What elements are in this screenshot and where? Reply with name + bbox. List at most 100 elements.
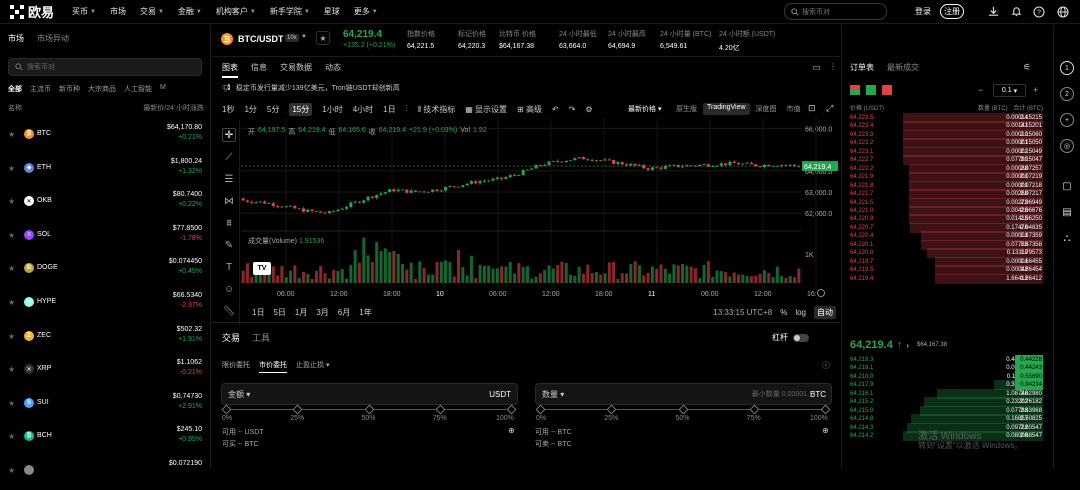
category-all[interactable]: 全部	[8, 84, 22, 94]
emoji-icon[interactable]: ☺	[222, 282, 236, 296]
more-icon[interactable]: ⋮	[829, 62, 837, 71]
news-ticker[interactable]: 📢︎ 稳定币发行量减少139亿美元，Tron链USDT却创新高	[218, 80, 840, 96]
help-icon[interactable]: ?	[1032, 5, 1045, 18]
trend-line-icon[interactable]: ⟋	[222, 150, 236, 164]
star-icon[interactable]: ★	[8, 298, 15, 307]
fib-icon[interactable]: ⩩	[222, 216, 236, 230]
tradingview-logo[interactable]: TV	[253, 262, 271, 275]
undo-icon[interactable]: ↶	[552, 105, 559, 114]
tab-recent-trades[interactable]: 最新成交	[887, 62, 919, 73]
category-new[interactable]: 新币种	[59, 84, 80, 94]
star-icon[interactable]: ★	[8, 432, 15, 441]
gear-icon[interactable]: ⚙	[585, 105, 592, 114]
range-1d[interactable]: 1日	[252, 307, 264, 318]
logo[interactable]: 欧易	[10, 2, 54, 21]
plus-icon[interactable]: +	[1033, 85, 1038, 95]
tf-5m[interactable]: 5分	[267, 104, 279, 115]
category-commodities[interactable]: 大宗商品	[88, 84, 116, 94]
col-price-change[interactable]: 最新价/24 小时涨跌	[143, 103, 204, 113]
order-type-tpsl[interactable]: 止盈止损 ▾	[296, 360, 329, 373]
price-chart[interactable]: 66,000.064,000.063,000.062,000.064,219.4…	[241, 118, 840, 303]
coin-row[interactable]: ★ ₿ BTC $64,170.80 +0.21%	[8, 124, 202, 154]
horizontal-lines-icon[interactable]: ☰	[222, 172, 236, 186]
amount-field[interactable]: 金额 ▾ USDT	[221, 383, 518, 405]
rail-slot-2[interactable]: 2	[1060, 87, 1074, 101]
tf-1d[interactable]: 1日	[383, 104, 395, 115]
view-both-icon[interactable]	[850, 85, 860, 95]
nav-more[interactable]: 更多 ▼	[354, 6, 378, 17]
bell-icon[interactable]	[1010, 5, 1023, 18]
coin-row[interactable]: ★ ✕ OKB $80.7400 +0.22%	[8, 191, 202, 221]
coin-row[interactable]: ★ ◆ ETH $1,800.24 +1.32%	[8, 158, 202, 188]
tab-markets[interactable]: 市场	[8, 33, 24, 44]
tf-1s[interactable]: 1秒	[222, 104, 234, 115]
chevron-down-icon[interactable]: ▼	[301, 34, 307, 40]
register-button[interactable]: 注册	[940, 4, 964, 19]
add-icon[interactable]: +	[1060, 113, 1074, 127]
range-1mo[interactable]: 1月	[295, 307, 307, 318]
view-tradingview[interactable]: TradingView	[703, 103, 750, 115]
ruler-icon[interactable]: 📏︎	[222, 304, 236, 318]
tab-feed[interactable]: 动态	[325, 62, 341, 78]
pattern-icon[interactable]: ⋈	[222, 194, 236, 208]
camera-icon[interactable]: ⊡	[808, 103, 816, 114]
nav-trade[interactable]: 交易 ▼	[140, 6, 164, 17]
order-type-limit[interactable]: 限价委托	[222, 360, 250, 373]
star-icon[interactable]: ★	[8, 264, 15, 273]
nav-institutional[interactable]: 机构客户 ▼	[216, 6, 256, 17]
star-icon[interactable]: ★	[8, 231, 15, 240]
col-name[interactable]: 名称	[8, 103, 22, 113]
quantity-field[interactable]: 数量 ▾ 最小数量 0.00001 BTC	[535, 383, 832, 405]
quantity-slider[interactable]: 0% 25% 50% 75% 100%	[535, 404, 831, 425]
coin-row[interactable]: ★ $0.072190	[8, 460, 202, 490]
range-5d[interactable]: 5日	[273, 307, 285, 318]
star-icon[interactable]: ★	[8, 399, 15, 408]
tf-4h[interactable]: 4小时	[353, 104, 373, 115]
range-3mo[interactable]: 3月	[316, 307, 328, 318]
brush-icon[interactable]: ✎	[222, 238, 236, 252]
star-icon[interactable]: ★	[8, 164, 15, 173]
tab-trading-data[interactable]: 交易数据	[280, 62, 312, 78]
slider-step[interactable]	[364, 404, 374, 415]
coin-row[interactable]: ★ S SUI $0.74730 +2.91%	[8, 393, 202, 423]
slider-step[interactable]	[606, 404, 617, 415]
download-icon[interactable]	[987, 5, 1000, 18]
chat-icon[interactable]: ▢	[1060, 179, 1074, 193]
pair-search-input[interactable]: 搜索币对	[8, 58, 202, 76]
pair-selector[interactable]: BTC/USDT	[238, 34, 284, 44]
amount-slider[interactable]: 0% 25% 50% 75% 100%	[221, 404, 517, 425]
tab-market-movers[interactable]: 市场异动	[37, 33, 69, 44]
slider-step[interactable]	[535, 404, 546, 415]
leverage-toggle[interactable]: 杠杆	[772, 332, 809, 343]
category-more[interactable]: M	[160, 84, 166, 94]
tf-1m[interactable]: 1分	[244, 104, 256, 115]
nav-buy-crypto[interactable]: 买币 ▼	[72, 6, 96, 17]
star-icon[interactable]: ★	[8, 365, 15, 374]
advanced-button[interactable]: ⊞ 高级	[517, 104, 542, 115]
slider-step[interactable]	[678, 404, 688, 415]
star-icon[interactable]: ★	[8, 197, 15, 206]
star-icon[interactable]: ★	[8, 466, 15, 475]
ask-row[interactable]: 64,219.4 1.66412 1.66412	[850, 273, 1043, 285]
crosshair-icon[interactable]: ✛	[222, 128, 236, 142]
percent-toggle[interactable]: %	[780, 308, 787, 317]
step-select[interactable]: 0.1 ▾	[993, 84, 1026, 97]
rail-slot-1[interactable]: 1	[1060, 61, 1074, 75]
tab-tools[interactable]: 工具	[252, 331, 270, 344]
price-type-select[interactable]: 最新价格 ▾	[628, 104, 661, 114]
slider-step[interactable]	[292, 404, 303, 415]
sliders-icon[interactable]: ⚟	[1023, 62, 1031, 73]
display-settings-button[interactable]: ▦ 显示设置	[465, 104, 507, 115]
slider-step[interactable]	[506, 404, 517, 415]
fullscreen-icon[interactable]: ⤢	[826, 103, 833, 114]
global-search-input[interactable]: 搜索币对	[784, 3, 887, 20]
text-icon[interactable]: T	[222, 260, 236, 274]
globe-icon[interactable]	[1056, 5, 1069, 18]
coin-row[interactable]: ★ Z ZEC $502.32 +1.91%	[8, 326, 202, 356]
category-mainstream[interactable]: 主流币	[30, 84, 51, 94]
star-icon[interactable]: ★	[8, 332, 15, 341]
range-6mo[interactable]: 6月	[338, 307, 350, 318]
nav-markets[interactable]: 市场	[110, 6, 126, 17]
indicators-button[interactable]: ⫴ 技术指标	[418, 104, 456, 115]
coin-row[interactable]: ★ ✕ XRP $1.1062 -0.21%	[8, 359, 202, 389]
